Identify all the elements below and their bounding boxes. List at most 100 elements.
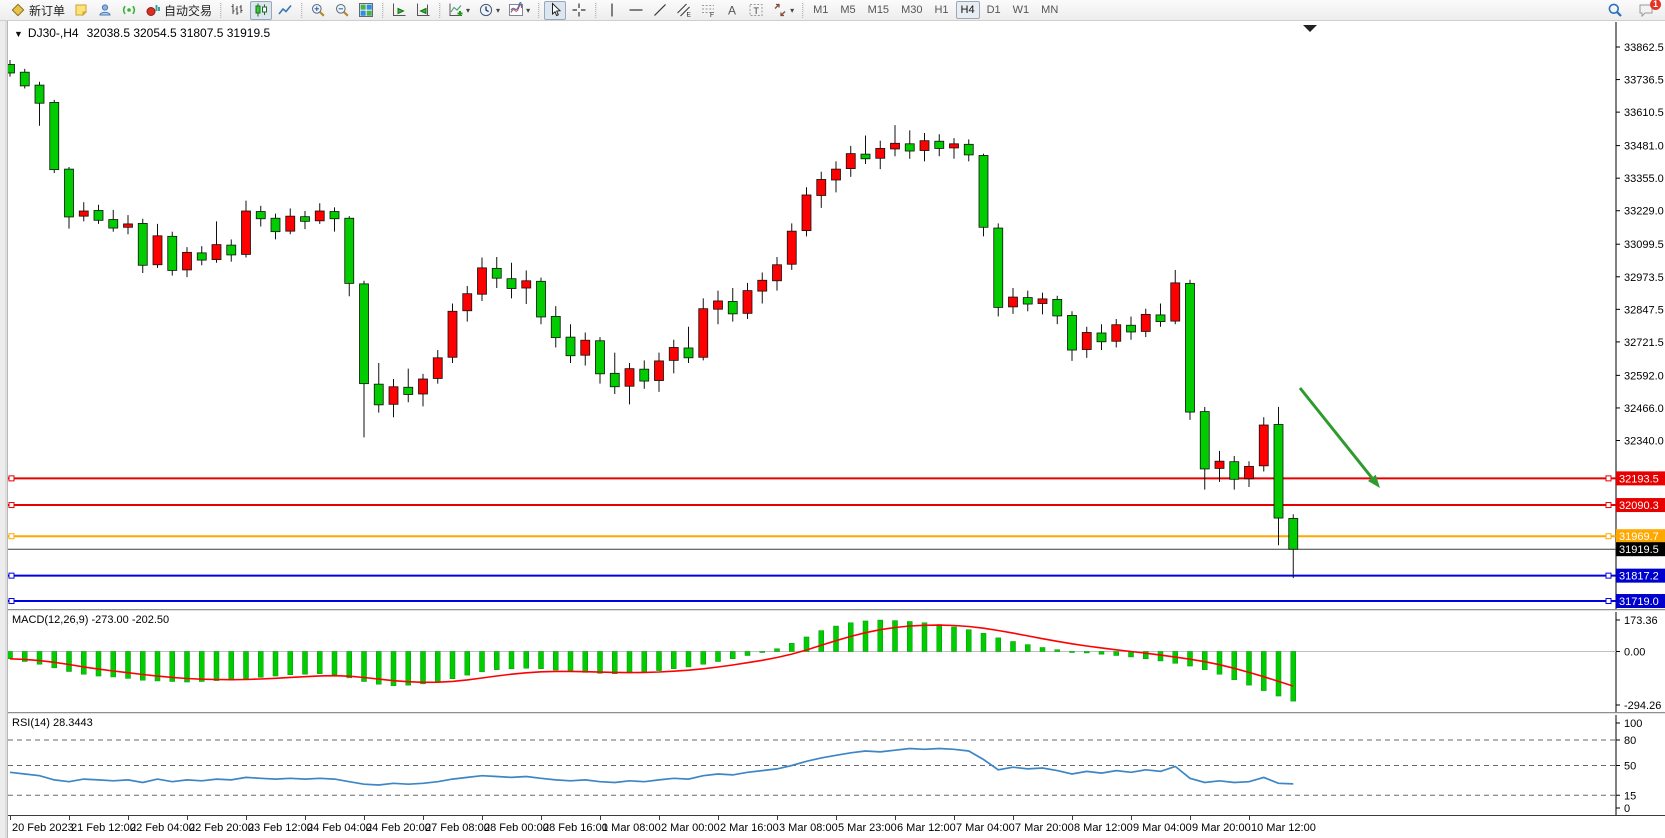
line-left-handle[interactable] xyxy=(9,534,14,539)
candle-body xyxy=(566,337,575,356)
text-label-button[interactable]: T xyxy=(745,1,767,20)
signals-button[interactable] xyxy=(118,1,140,20)
timeframe-H1[interactable]: H1 xyxy=(929,1,953,19)
time-tick-mark xyxy=(423,816,424,820)
timeframe-M15[interactable]: M15 xyxy=(863,1,894,19)
rsi-panel[interactable]: RSI(14) 28.3443 1008050150 xyxy=(8,715,1665,815)
toolbar-right: 1 xyxy=(1603,0,1665,21)
rsi-tick-label: 50 xyxy=(1624,761,1636,773)
timeframe-M5[interactable]: M5 xyxy=(835,1,860,19)
time-axis[interactable]: 20 Feb 202321 Feb 12:0022 Feb 04:0022 Fe… xyxy=(8,815,1665,838)
bar-chart-button[interactable] xyxy=(226,1,248,20)
line-left-handle[interactable] xyxy=(9,573,14,578)
rsi-chart[interactable]: 1008050150 xyxy=(8,715,1665,815)
timeframe-W1[interactable]: W1 xyxy=(1008,1,1035,19)
timeframe-M1[interactable]: M1 xyxy=(808,1,833,19)
time-axis-label: 5 Mar 23:00 xyxy=(838,822,897,834)
macd-panel[interactable]: MACD(12,26,9) -273.00 -202.50 173.360.00… xyxy=(8,612,1665,712)
line-left-handle[interactable] xyxy=(9,476,14,481)
arrows-button[interactable]: ▾ xyxy=(769,1,797,20)
macd-histogram-bar xyxy=(745,652,750,656)
macd-chart[interactable]: 173.360.00-294.26 xyxy=(8,612,1665,712)
dropdown-caret-icon[interactable]: ▾ xyxy=(496,6,500,15)
macd-histogram-bar xyxy=(686,652,691,667)
macd-histogram-bar xyxy=(199,652,204,682)
candle-body xyxy=(50,102,59,169)
search-button[interactable] xyxy=(1604,1,1626,20)
dropdown-caret-icon[interactable]: ▾ xyxy=(526,6,530,15)
trend-arrow-line[interactable] xyxy=(1300,388,1372,478)
line-left-handle[interactable] xyxy=(9,503,14,508)
text-button[interactable]: A xyxy=(721,1,743,20)
auto-scroll-button[interactable] xyxy=(388,1,410,20)
hline-icon xyxy=(628,2,644,18)
order-ticket-icon xyxy=(10,2,26,18)
macd-histogram-bar xyxy=(1247,652,1252,686)
candle-body xyxy=(1141,314,1150,331)
price-tick-label: 33862.5 xyxy=(1624,42,1664,54)
line-left-handle[interactable] xyxy=(9,599,14,604)
candle-body xyxy=(138,223,147,265)
chart-shift-button[interactable] xyxy=(412,1,434,20)
zoom-in-button[interactable] xyxy=(307,1,329,20)
time-tick-mark xyxy=(659,816,660,820)
candle-body xyxy=(979,155,988,227)
vline-button[interactable] xyxy=(601,1,623,20)
timeframe-H4[interactable]: H4 xyxy=(956,1,980,19)
ohlc-values: 32038.5 32054.5 31807.5 31919.5 xyxy=(87,26,271,40)
line-right-handle[interactable] xyxy=(1606,573,1611,578)
candle-body xyxy=(537,281,546,317)
line-chart-button[interactable] xyxy=(274,1,296,20)
signals-icon xyxy=(121,2,137,18)
line-right-handle[interactable] xyxy=(1606,599,1611,604)
line-right-handle[interactable] xyxy=(1606,476,1611,481)
time-tick-mark xyxy=(1013,816,1014,820)
timeframe-MN[interactable]: MN xyxy=(1036,1,1063,19)
cursor-icon xyxy=(547,2,563,18)
dropdown-caret-icon[interactable]: ▾ xyxy=(466,6,470,15)
tile-windows-button[interactable] xyxy=(355,1,377,20)
zoom-out-button[interactable] xyxy=(331,1,353,20)
auto-trading-button[interactable]: 自动交易 xyxy=(142,1,215,20)
templates-button[interactable]: ▾ xyxy=(505,1,533,20)
timeframe-D1[interactable]: D1 xyxy=(982,1,1006,19)
fibonacci-button[interactable]: F xyxy=(697,1,719,20)
candle-body xyxy=(1009,297,1018,307)
candle-body xyxy=(109,220,118,229)
dropdown-caret-icon[interactable]: ▾ xyxy=(790,6,794,15)
macd-histogram-bar xyxy=(8,652,13,659)
price-chart-panel[interactable]: ▼DJ30-,H432038.5 32054.5 31807.5 31919.5… xyxy=(8,22,1665,609)
candle-body xyxy=(1289,518,1298,549)
line-right-handle[interactable] xyxy=(1606,503,1611,508)
rsi-tick-label: 80 xyxy=(1624,735,1636,747)
line-right-handle[interactable] xyxy=(1606,534,1611,539)
candlestick-button[interactable] xyxy=(250,1,272,20)
notifications-button[interactable]: 1 xyxy=(1635,1,1658,20)
accounts-button[interactable] xyxy=(94,1,116,20)
chart-shift-marker-icon[interactable] xyxy=(1303,25,1317,32)
cursor-button[interactable] xyxy=(544,1,566,20)
candle-body xyxy=(227,245,236,255)
candlestick-chart[interactable]: 33862.533736.533610.533481.033355.033229… xyxy=(8,22,1665,609)
sticky-note-button[interactable] xyxy=(70,1,92,20)
toolbar-group: 新订单 自动交易 xyxy=(0,0,219,21)
candle-body xyxy=(463,294,472,311)
one-click-trading-arrow[interactable]: ▼ xyxy=(14,29,23,39)
crosshair-button[interactable] xyxy=(568,1,590,20)
macd-histogram-bar xyxy=(612,652,617,674)
periods-button[interactable]: ▾ xyxy=(475,1,503,20)
channel-button[interactable]: E xyxy=(673,1,695,20)
periods-icon xyxy=(478,2,494,18)
order-ticket-button[interactable]: 新订单 xyxy=(7,1,68,20)
macd-histogram-bar xyxy=(421,652,426,684)
time-axis-label: 27 Feb 08:00 xyxy=(425,822,490,834)
time-axis-label: 9 Mar 04:00 xyxy=(1133,822,1192,834)
candle-body xyxy=(389,387,398,405)
hline-button[interactable] xyxy=(625,1,647,20)
auto-trading-label: 自动交易 xyxy=(164,2,212,19)
time-axis-label: 28 Feb 00:00 xyxy=(484,822,549,834)
indicators-button[interactable]: ▾ xyxy=(445,1,473,20)
macd-histogram-bar xyxy=(67,652,72,672)
trendline-button[interactable] xyxy=(649,1,671,20)
timeframe-M30[interactable]: M30 xyxy=(896,1,927,19)
